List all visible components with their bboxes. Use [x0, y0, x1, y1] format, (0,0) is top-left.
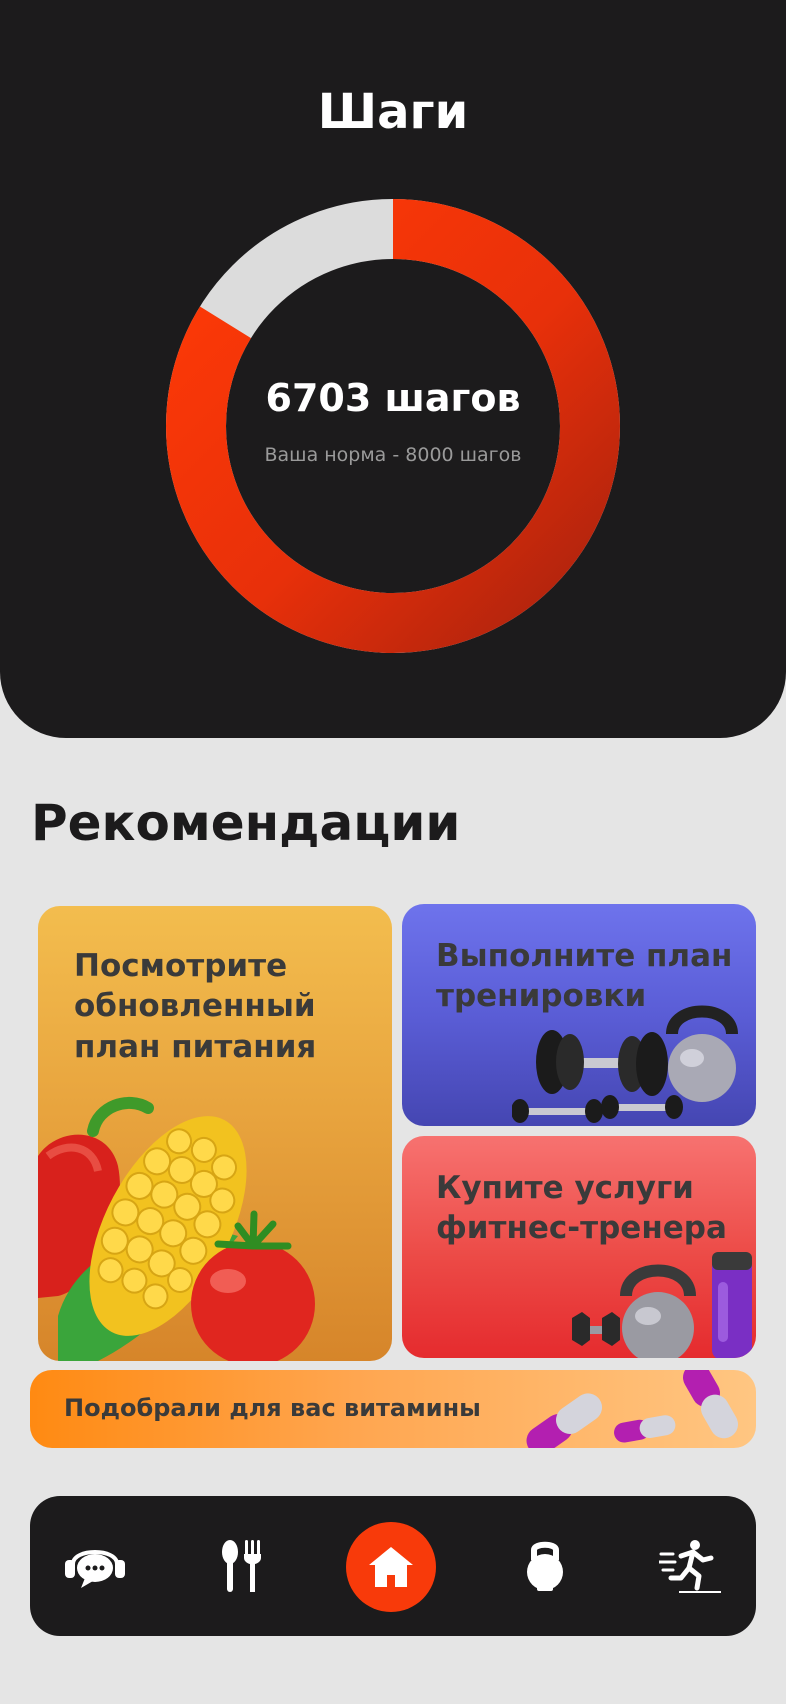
- running-man-icon: [659, 1540, 721, 1593]
- chat-headset-icon: [65, 1550, 125, 1588]
- nav-item-workout[interactable]: [500, 1496, 590, 1636]
- nutrition-plan-card-label: Посмотрите обновленный план питания: [74, 948, 317, 1065]
- nav-item-nutrition[interactable]: [196, 1496, 286, 1636]
- kettlebell-icon: [527, 1541, 563, 1591]
- nav-item-home[interactable]: [346, 1522, 436, 1612]
- trainer-services-card-label: Купите услуги фитнес-тренера: [436, 1170, 727, 1247]
- recommendations-title: Рекомендации: [31, 794, 461, 852]
- steps-count: 6703 шагов: [265, 376, 521, 420]
- steps-norm: Ваша норма - 8000 шагов: [264, 444, 522, 466]
- steps-progress-ring: 6703 шагов Ваша норма - 8000 шагов: [166, 199, 620, 653]
- vegetables-illustration: [38, 1097, 315, 1361]
- steps-panel: Шаги 6703 шагов Ваша норма - 8000 шагов: [0, 0, 786, 738]
- spoon-fork-icon: [222, 1540, 261, 1592]
- capsules-illustration: [526, 1370, 738, 1448]
- kettlebell-illustration: [572, 1252, 752, 1358]
- bottom-navigation: [30, 1496, 756, 1636]
- dumbbells-illustration: [512, 1005, 738, 1123]
- vitamins-card-label: Подобрали для вас витамины: [64, 1394, 481, 1422]
- nutrition-plan-card[interactable]: Посмотрите обновленный план питания: [38, 906, 392, 1361]
- vitamins-card[interactable]: Подобрали для вас витамины: [30, 1370, 756, 1448]
- workout-plan-card[interactable]: Выполните план тренировки: [402, 904, 756, 1126]
- nav-item-activity[interactable]: [646, 1496, 736, 1636]
- nav-item-support[interactable]: [50, 1496, 140, 1636]
- page-title: Шаги: [317, 84, 469, 140]
- trainer-services-card[interactable]: Купите услуги фитнес-тренера: [402, 1136, 756, 1358]
- home-icon: [369, 1547, 413, 1587]
- steps-ring-center: 6703 шагов Ваша норма - 8000 шагов: [166, 199, 620, 653]
